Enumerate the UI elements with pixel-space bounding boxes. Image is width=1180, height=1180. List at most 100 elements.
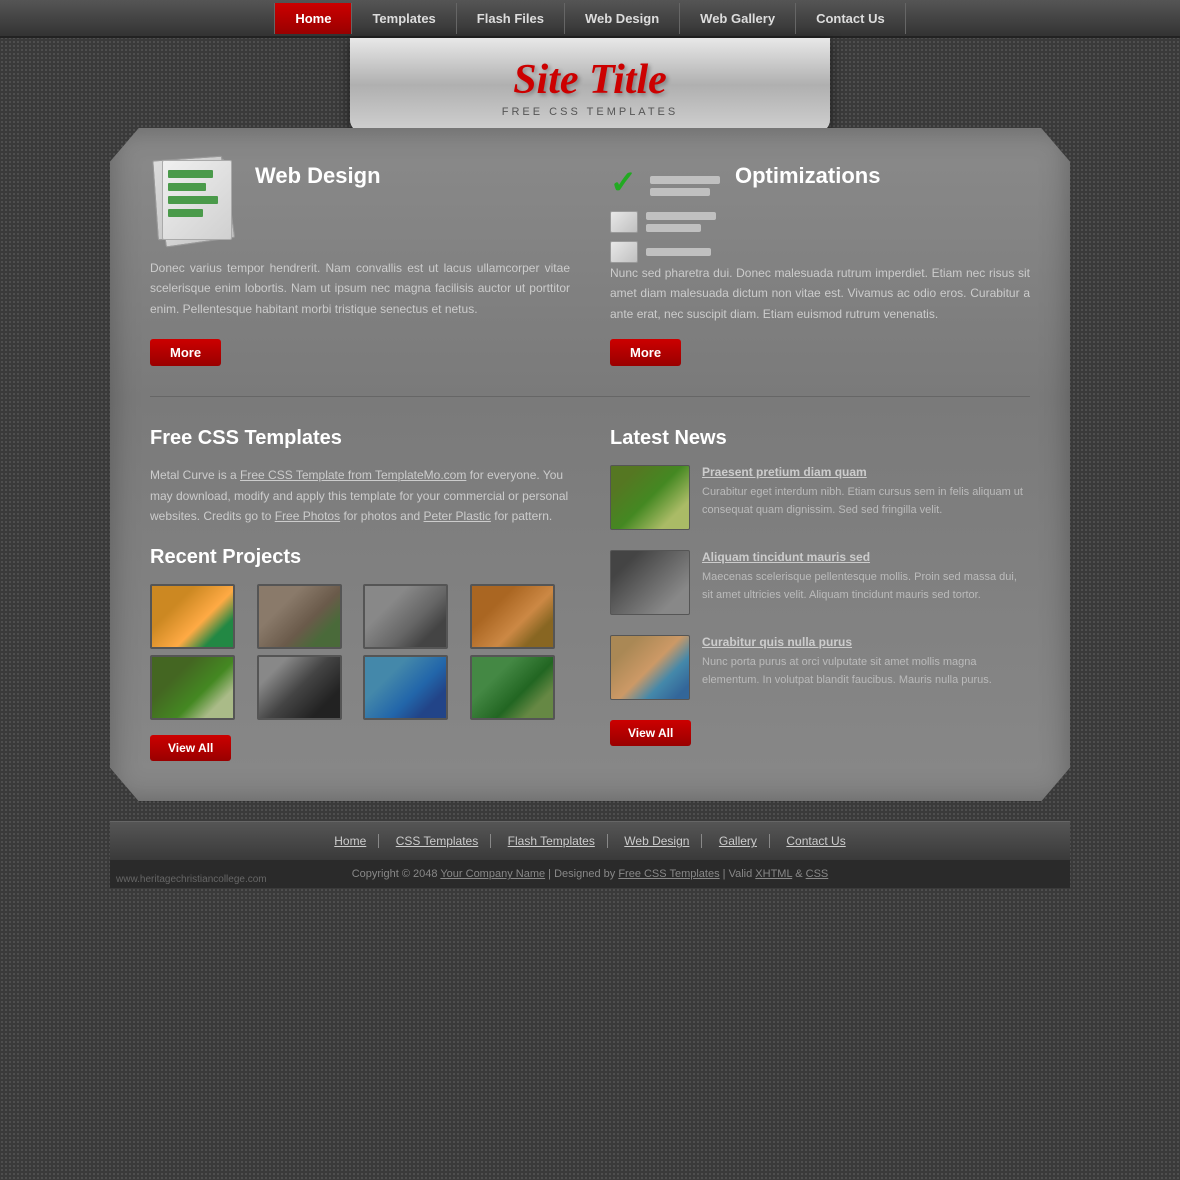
project-thumb-8[interactable]	[470, 655, 555, 720]
optim-line-5	[646, 248, 711, 256]
webdesign-icon	[150, 158, 240, 243]
optimizations-icon	[610, 158, 720, 248]
nav-flash-files[interactable]: Flash Files	[457, 3, 565, 34]
bottom-right: Latest News Praesent pretium diam quam C…	[610, 427, 1030, 761]
feature-content-left: Web Design	[255, 158, 570, 197]
footer-link-contact[interactable]: Contact Us	[774, 834, 857, 848]
news-title-3[interactable]: Curabitur quis nulla purus	[702, 635, 1030, 649]
nav-contact-us[interactable]: Contact Us	[796, 3, 906, 34]
green-lines-icon	[168, 170, 218, 222]
nav-web-design[interactable]: Web Design	[565, 3, 680, 34]
latest-news-title: Latest News	[610, 427, 1030, 450]
thumb-cat-img	[365, 586, 446, 647]
feature-body-webdesign: Donec varius tempor hendrerit. Nam conva…	[150, 258, 570, 324]
feature-optimizations: Optimizations Nunc sed pharetra dui. Don…	[610, 158, 1030, 366]
free-css-link-1[interactable]: Free CSS Template from TemplateMo.com	[240, 468, 466, 482]
footer-link-css[interactable]: CSS Templates	[384, 834, 491, 848]
outer-wrapper: Site Title FREE CSS TEMPLATES	[110, 38, 1070, 888]
nav-home[interactable]: Home	[274, 3, 352, 34]
project-thumb-3[interactable]	[363, 584, 448, 649]
feature-body-optimizations: Nunc sed pharetra dui. Donec malesuada r…	[610, 263, 1030, 324]
thumb-water-img	[365, 657, 446, 718]
thumb-elephant-img	[259, 586, 340, 647]
designed-link[interactable]: Free CSS Templates	[618, 868, 719, 880]
and-text: &	[795, 868, 802, 880]
checkbox-unchecked	[610, 211, 638, 233]
project-thumb-5[interactable]	[150, 655, 235, 720]
thumb-mountain-img	[472, 657, 553, 718]
green-line-1	[168, 170, 213, 178]
css-link[interactable]: CSS	[806, 868, 829, 880]
view-all-projects-button[interactable]: View All	[150, 735, 231, 761]
view-all-news-button[interactable]: View All	[610, 720, 691, 746]
check-row-2	[610, 211, 720, 233]
project-thumb-6[interactable]	[257, 655, 342, 720]
free-css-text-1: Metal Curve is a	[150, 468, 237, 482]
news-title-2[interactable]: Aliquam tincidunt mauris sed	[702, 550, 1030, 564]
news-content-2: Aliquam tincidunt mauris sed Maecenas sc…	[702, 550, 1030, 615]
nav-templates[interactable]: Templates	[352, 3, 456, 34]
bottom-section: Free CSS Templates Metal Curve is a Free…	[150, 427, 1030, 761]
project-thumb-1[interactable]	[150, 584, 235, 649]
news-item-1: Praesent pretium diam quam Curabitur ege…	[610, 465, 1030, 530]
more-button-right[interactable]: More	[610, 339, 681, 366]
news-item-2: Aliquam tincidunt mauris sed Maecenas sc…	[610, 550, 1030, 615]
optim-line-2	[650, 188, 710, 196]
site-subtitle: FREE CSS TEMPLATES	[370, 106, 810, 118]
main-content: Web Design Donec varius tempor hendrerit…	[110, 128, 1070, 801]
optim-lines-group-3	[646, 248, 720, 256]
header-area: Site Title FREE CSS TEMPLATES	[110, 38, 1070, 132]
news-thumb-1	[610, 465, 690, 530]
thumb-leaf-img	[472, 586, 553, 647]
project-thumb-4[interactable]	[470, 584, 555, 649]
check-row-1	[610, 168, 720, 203]
news-thumb-2	[610, 550, 690, 615]
footer-nav: Home CSS Templates Flash Templates Web D…	[110, 821, 1070, 860]
big-checkmark-icon	[610, 168, 642, 203]
optim-line-3	[646, 212, 716, 220]
site-title: Site Title	[370, 56, 810, 104]
features-section: Web Design Donec varius tempor hendrerit…	[150, 158, 1030, 397]
project-thumb-7[interactable]	[363, 655, 448, 720]
green-line-3	[168, 196, 218, 204]
feature-web-design: Web Design Donec varius tempor hendrerit…	[150, 158, 570, 366]
optim-lines-group-2	[646, 212, 720, 232]
free-photos-link[interactable]: Free Photos	[275, 509, 340, 523]
feature-title-webdesign: Web Design	[255, 158, 570, 189]
free-css-text-4: for pattern.	[494, 509, 552, 523]
more-button-left[interactable]: More	[150, 339, 221, 366]
checkbox-unchecked-2	[610, 241, 638, 263]
green-line-4	[168, 209, 203, 217]
thumb-silhouette-img	[259, 657, 340, 718]
footer-link-home[interactable]: Home	[322, 834, 379, 848]
nav-web-gallery[interactable]: Web Gallery	[680, 3, 796, 34]
news-content-3: Curabitur quis nulla purus Nunc porta pu…	[702, 635, 1030, 700]
feature-title-optimizations: Optimizations	[735, 158, 1030, 189]
footer-link-webdesign[interactable]: Web Design	[612, 834, 702, 848]
feature-content-right: Optimizations	[735, 158, 1030, 197]
thumb-goldfish-img	[152, 586, 233, 647]
free-css-text-3: for photos and	[343, 509, 420, 523]
top-navigation: Home Templates Flash Files Web Design We…	[0, 0, 1180, 38]
recent-projects-title: Recent Projects	[150, 546, 570, 569]
free-css-text: Metal Curve is a Free CSS Template from …	[150, 465, 570, 526]
company-name-link[interactable]: Your Company Name	[440, 868, 545, 880]
peter-plastic-link[interactable]: Peter Plastic	[424, 509, 491, 523]
optim-line-4	[646, 224, 701, 232]
optim-lines-group	[650, 176, 720, 196]
news-title-1[interactable]: Praesent pretium diam quam	[702, 465, 1030, 479]
footer-link-gallery[interactable]: Gallery	[707, 834, 770, 848]
check-row-3	[610, 241, 720, 263]
news-text-3: Nunc porta purus at orci vulputate sit a…	[702, 654, 1030, 689]
feature-header-left: Web Design	[150, 158, 570, 243]
footer-link-flash[interactable]: Flash Templates	[496, 834, 608, 848]
news-text-1: Curabitur eget interdum nibh. Etiam curs…	[702, 484, 1030, 519]
logo-box: Site Title FREE CSS TEMPLATES	[350, 38, 830, 132]
news-content-1: Praesent pretium diam quam Curabitur ege…	[702, 465, 1030, 530]
xhtml-link[interactable]: XHTML	[755, 868, 792, 880]
news-text-2: Maecenas scelerisque pellentesque mollis…	[702, 569, 1030, 604]
project-thumb-2[interactable]	[257, 584, 342, 649]
bottom-left: Free CSS Templates Metal Curve is a Free…	[150, 427, 570, 761]
project-grid	[150, 584, 570, 720]
free-css-title: Free CSS Templates	[150, 427, 570, 450]
